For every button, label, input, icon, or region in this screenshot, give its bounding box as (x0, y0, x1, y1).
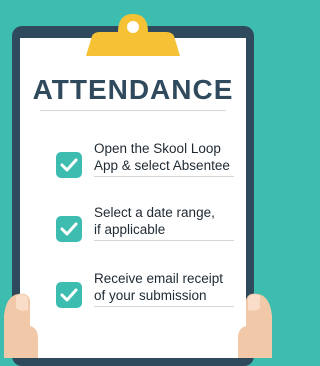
checkbox (56, 216, 82, 242)
step-line-2: if applicable (94, 222, 166, 237)
title-divider (40, 110, 226, 111)
checkmark-icon (60, 222, 78, 236)
checkbox (56, 152, 82, 178)
step-line-1: Receive email receipt (94, 271, 224, 286)
step-underline (94, 240, 234, 241)
step-underline (94, 306, 234, 307)
checkbox (56, 282, 82, 308)
clipboard-clip-icon (86, 14, 180, 56)
right-hand-icon (238, 293, 272, 358)
step-line-2: App & select Absentee (94, 158, 230, 173)
step-line-1: Open the Skool Loop (94, 141, 221, 156)
page-title: ATTENDANCE (32, 74, 234, 105)
step-text: Select a date range, if applicable (94, 204, 240, 238)
step-text: Receive email receipt of your submission (94, 270, 240, 304)
left-hand-icon (4, 293, 38, 358)
step-line-2: of your submission (94, 288, 207, 303)
checkmark-icon (60, 288, 78, 302)
step-line-1: Select a date range, (94, 205, 215, 220)
step-underline (94, 176, 234, 177)
step-text: Open the Skool Loop App & select Absente… (94, 140, 240, 174)
checkmark-icon (60, 158, 78, 172)
